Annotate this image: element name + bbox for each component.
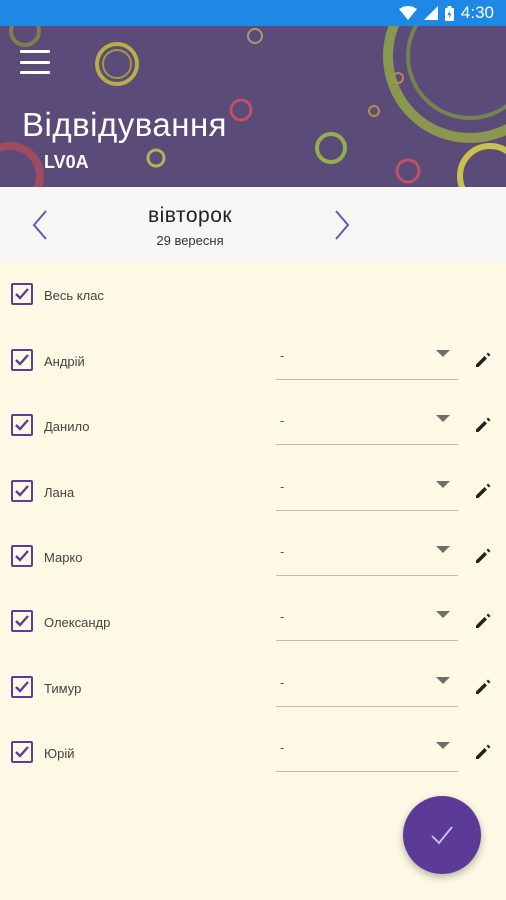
select-all-label: Весь клас (44, 288, 104, 303)
status-time: 4:30 (460, 3, 494, 22)
student-row: Данило - (0, 401, 506, 461)
check-icon (15, 550, 29, 562)
student-checkbox[interactable] (11, 676, 33, 698)
class-code: LV0A (44, 152, 89, 172)
chevron-right-icon (335, 210, 350, 240)
chevron-left-icon (32, 210, 47, 240)
student-checkbox[interactable] (11, 741, 33, 763)
attendance-status-select[interactable]: - (276, 475, 458, 511)
dropdown-arrow-icon (436, 677, 450, 684)
next-day-button[interactable] (332, 209, 352, 241)
check-icon (15, 681, 29, 693)
student-row: Юрій - (0, 727, 506, 787)
status-value: - (280, 348, 285, 363)
date-label: 29 вересня (156, 233, 224, 248)
student-name: Андрій (44, 354, 85, 369)
dropdown-arrow-icon (436, 742, 450, 749)
student-row: Олександр - (0, 597, 506, 657)
page-title: Відвідування (22, 106, 228, 143)
student-name: Данило (44, 419, 90, 434)
menu-button[interactable] (20, 50, 50, 74)
student-checkbox[interactable] (11, 610, 33, 632)
student-name: Юрій (44, 746, 75, 761)
dropdown-arrow-icon (436, 415, 450, 422)
status-value: - (280, 740, 285, 755)
student-name: Марко (44, 550, 83, 565)
attendance-status-select[interactable]: - (276, 605, 458, 641)
select-all-checkbox[interactable] (11, 283, 33, 305)
student-name: Тимур (44, 681, 82, 696)
dropdown-arrow-icon (436, 481, 450, 488)
dropdown-arrow-icon (436, 350, 450, 357)
status-value: - (280, 544, 285, 559)
check-icon (15, 615, 29, 627)
edit-icon[interactable] (474, 612, 492, 630)
student-row: Марко - (0, 531, 506, 591)
dropdown-arrow-icon (436, 546, 450, 553)
student-checkbox[interactable] (11, 414, 33, 436)
edit-icon[interactable] (474, 743, 492, 761)
app-header: Відвідування LV0A (0, 26, 506, 187)
save-attendance-button[interactable] (403, 796, 481, 874)
battery-icon (444, 5, 454, 21)
dropdown-arrow-icon (436, 611, 450, 618)
select-all-row: Весь клас (0, 271, 506, 331)
student-checkbox[interactable] (11, 349, 33, 371)
check-icon (15, 485, 29, 497)
student-row: Андрій - (0, 336, 506, 396)
signal-icon (423, 6, 438, 20)
edit-icon[interactable] (474, 547, 492, 565)
attendance-status-select[interactable]: - (276, 736, 458, 772)
attendance-status-select[interactable]: - (276, 671, 458, 707)
edit-icon[interactable] (474, 351, 492, 369)
status-value: - (280, 413, 285, 428)
check-icon (15, 288, 29, 300)
student-row: Лана - (0, 466, 506, 526)
check-icon (15, 746, 29, 758)
status-bar: 4:30 (0, 0, 506, 26)
day-name: вівторок (147, 204, 233, 227)
student-name: Олександр (44, 615, 111, 630)
check-icon (15, 354, 29, 366)
attendance-status-select[interactable]: - (276, 409, 458, 445)
edit-icon[interactable] (474, 678, 492, 696)
date-navigation: вівторок 29 вересня (0, 187, 506, 263)
attendance-status-select[interactable]: - (276, 344, 458, 380)
student-name: Лана (44, 485, 75, 500)
previous-day-button[interactable] (30, 209, 50, 241)
menu-icon (20, 50, 50, 53)
attendance-status-select[interactable]: - (276, 540, 458, 576)
student-checkbox[interactable] (11, 545, 33, 567)
check-icon (15, 419, 29, 431)
checkmark-icon (431, 826, 453, 845)
student-row: Тимур - (0, 662, 506, 722)
student-checkbox[interactable] (11, 480, 33, 502)
status-value: - (280, 479, 285, 494)
status-value: - (280, 675, 285, 690)
edit-icon[interactable] (474, 482, 492, 500)
edit-icon[interactable] (474, 416, 492, 434)
wifi-icon (398, 6, 417, 20)
status-value: - (280, 609, 285, 624)
